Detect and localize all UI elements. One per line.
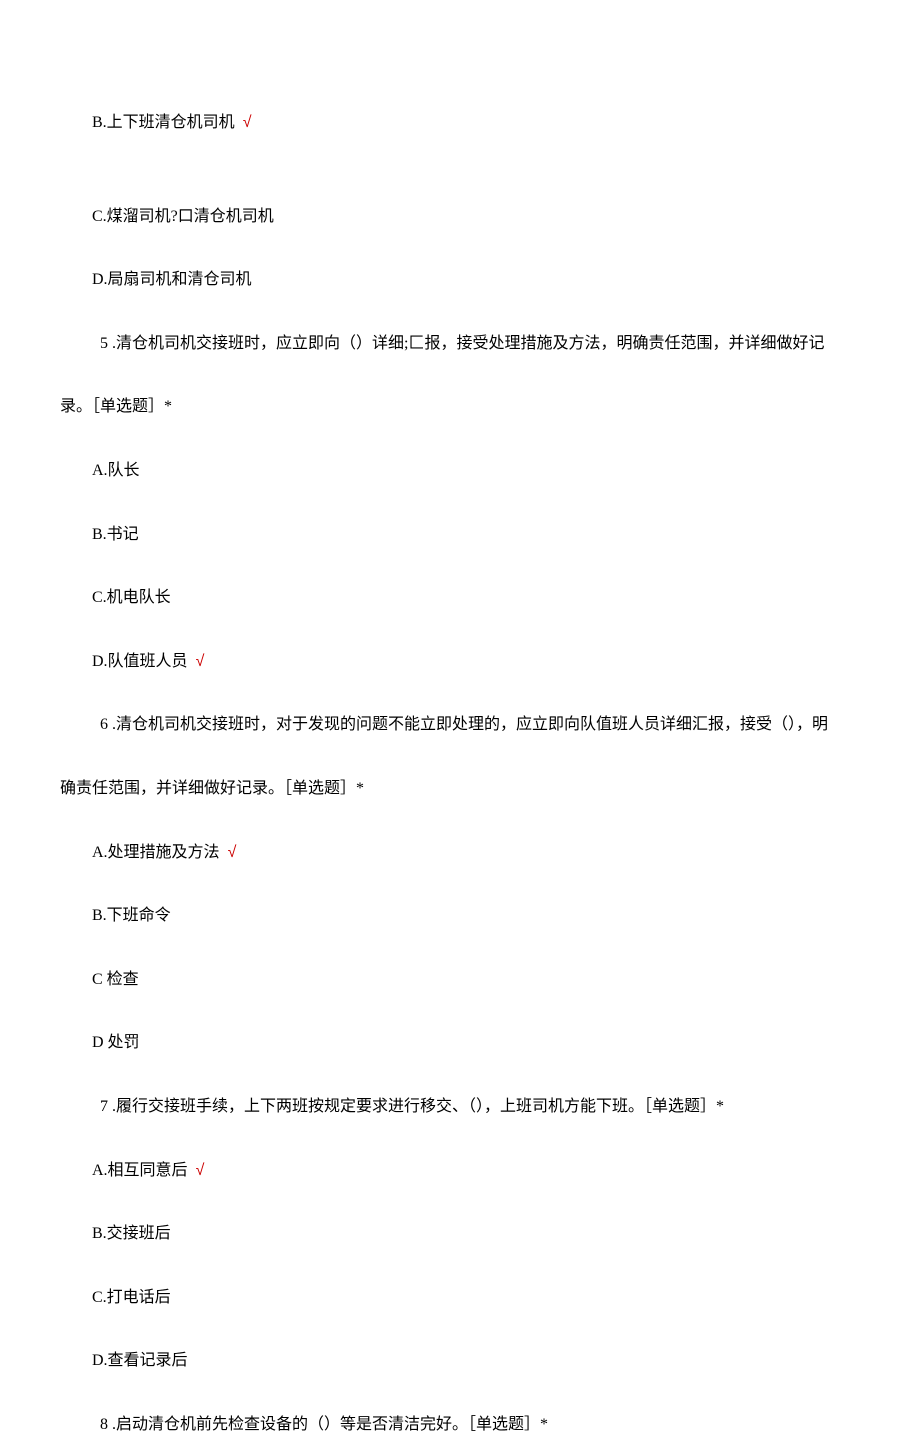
q6-option-b: B.下班命令 xyxy=(60,903,860,929)
q5-option-d: D.队值班人员 √ xyxy=(60,649,860,675)
q6-option-d: D 处罚 xyxy=(60,1030,860,1056)
q7-option-c: C.打电话后 xyxy=(60,1285,860,1311)
q4-option-d: D.局扇司机和清仓司机 xyxy=(60,267,860,293)
q4-option-c: C.煤溜司机?口清仓机司机 xyxy=(60,204,860,230)
question-8: 8 .启动清仓机前先检查设备的（）等是否清洁完好。［单选题］* xyxy=(60,1412,860,1437)
q7-option-b: B.交接班后 xyxy=(60,1221,860,1247)
question-number: 8 xyxy=(100,1416,108,1433)
q6-option-a: A.处理措施及方法 √ xyxy=(60,840,860,866)
q5-option-b: B.书记 xyxy=(60,522,860,548)
question-number: 7 xyxy=(100,1098,108,1115)
q5-option-c: C.机电队长 xyxy=(60,585,860,611)
option-text: B.下班命令 xyxy=(92,907,171,924)
question-text-part2: 确责任范围，并详细做好记录。［单选题］* xyxy=(60,776,860,802)
question-7: 7 .履行交接班手续，上下两班按规定要求进行移交、（），上班司机方能下班。［单选… xyxy=(60,1094,860,1374)
question-text-part1: .清仓机司机交接班时，对于发现的问题不能立即处理的，应立即向队值班人员详细汇报，… xyxy=(108,716,828,733)
question-6: 6 .清仓机司机交接班时，对于发现的问题不能立即处理的，应立即向队值班人员详细汇… xyxy=(60,712,860,1056)
correct-mark-icon: √ xyxy=(243,114,252,131)
correct-mark-icon: √ xyxy=(228,844,237,861)
q4-option-b: B.上下班清仓机司机 √ xyxy=(60,110,860,136)
correct-mark-icon: √ xyxy=(196,653,205,670)
option-text: B.书记 xyxy=(92,526,139,543)
option-text: D.队值班人员 xyxy=(92,653,188,670)
option-text: C.打电话后 xyxy=(92,1289,171,1306)
option-text: C.机电队长 xyxy=(92,589,171,606)
q6-option-c: C 检查 xyxy=(60,967,860,993)
option-text: B.上下班清仓机司机 xyxy=(92,114,235,131)
question-text: .启动清仓机前先检查设备的（）等是否清洁完好。［单选题］* xyxy=(108,1416,548,1433)
option-text: A.处理措施及方法 xyxy=(92,844,220,861)
q7-option-a: A.相互同意后 √ xyxy=(60,1158,860,1184)
option-text: A.相互同意后 xyxy=(92,1162,188,1179)
option-text: C.煤溜司机?口清仓机司机 xyxy=(92,208,274,225)
option-text: D.局扇司机和清仓司机 xyxy=(92,271,252,288)
question-number: 6 xyxy=(100,716,108,733)
question-text: .履行交接班手续，上下两班按规定要求进行移交、（），上班司机方能下班。［单选题］… xyxy=(108,1098,724,1115)
option-text: C 检查 xyxy=(92,971,139,988)
question-5: 5 .清仓机司机交接班时，应立即向（）详细;匚报，接受处理措施及方法，明确责任范… xyxy=(60,331,860,675)
question-text-part2: 录。［单选题］* xyxy=(60,394,860,420)
q5-option-a: A.队长 xyxy=(60,458,860,484)
question-text-part1: .清仓机司机交接班时，应立即向（）详细;匚报，接受处理措施及方法，明确责任范围，… xyxy=(108,335,824,352)
option-text: A.队长 xyxy=(92,462,140,479)
correct-mark-icon: √ xyxy=(196,1162,205,1179)
question-number: 5 xyxy=(100,335,108,352)
option-text: B.交接班后 xyxy=(92,1225,171,1242)
q7-option-d: D.查看记录后 xyxy=(60,1348,860,1374)
option-text: D.查看记录后 xyxy=(92,1352,188,1369)
option-text: D 处罚 xyxy=(92,1034,140,1051)
